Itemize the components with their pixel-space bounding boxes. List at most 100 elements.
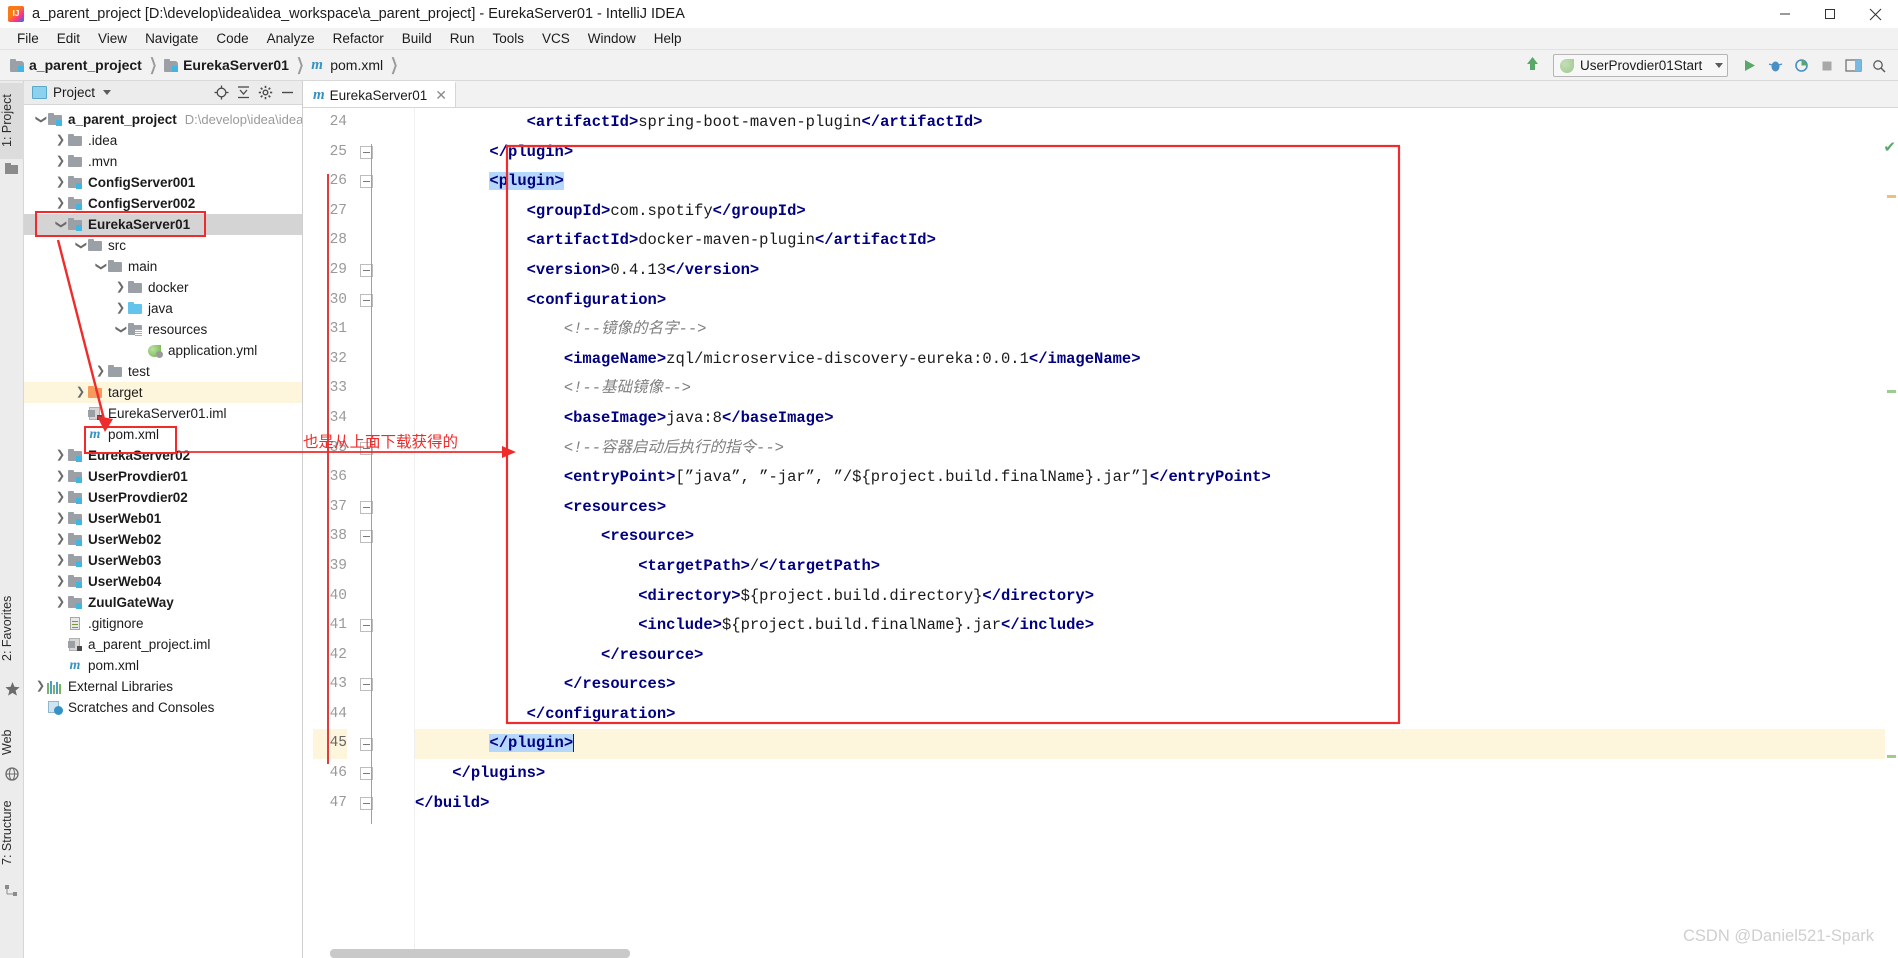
code-line[interactable]: <artifactId>docker-maven-plugin</artifac… <box>415 226 1898 256</box>
search-everywhere-icon[interactable] <box>1866 53 1892 79</box>
menu-item-refactor[interactable]: Refactor <box>324 29 393 48</box>
editor-horizontal-scrollbar[interactable] <box>330 949 630 958</box>
chevron-right-icon[interactable]: ❯ <box>54 151 67 172</box>
chevron-down-icon[interactable]: ❯ <box>94 256 107 277</box>
tree-item-userweb03[interactable]: ❯ UserWeb03 <box>24 550 302 571</box>
chevron-right-icon[interactable]: ❯ <box>54 592 67 613</box>
stop-button[interactable] <box>1814 53 1840 79</box>
project-panel-actions[interactable] <box>210 83 302 103</box>
chevron-right-icon[interactable]: ❯ <box>74 382 87 403</box>
tree-item-a-parent-project[interactable]: ❯ a_parent_project D:\develop\idea\idea <box>24 109 302 130</box>
tree-item-eurekaserver01[interactable]: ❯ EurekaServer01 <box>24 214 302 235</box>
tree-item-eurekaserver02[interactable]: ❯ EurekaServer02 <box>24 445 302 466</box>
close-icon[interactable]: ✕ <box>435 87 447 104</box>
code-line[interactable]: </resources> <box>415 670 1898 700</box>
breadcrumb-item-2[interactable]: m pom.xml <box>311 57 383 74</box>
marker-info[interactable] <box>1887 390 1896 393</box>
inspection-ok-icon[interactable]: ✔ <box>1883 138 1896 156</box>
close-icon[interactable] <box>1852 0 1898 28</box>
sidebar-item-structure[interactable]: 7: Structure <box>0 787 24 879</box>
menu-item-vcs[interactable]: VCS <box>533 29 579 48</box>
tree-item-eurekaserver01-iml[interactable]: EurekaServer01.iml <box>24 403 302 424</box>
code-line[interactable]: <resource> <box>415 522 1898 552</box>
chevron-down-icon[interactable]: ❯ <box>34 109 47 130</box>
code-line[interactable]: <entryPoint>[”java”, ”-jar”, ”/${project… <box>415 463 1898 493</box>
code-line[interactable]: </resource> <box>415 641 1898 671</box>
code-line[interactable]: </plugins> <box>415 759 1898 789</box>
tree-item-userprovdier01[interactable]: ❯ UserProvdier01 <box>24 466 302 487</box>
tree-item-userweb01[interactable]: ❯ UserWeb01 <box>24 508 302 529</box>
tree-item-configserver001[interactable]: ❯ ConfigServer001 <box>24 172 302 193</box>
code-line[interactable]: <resources> <box>415 493 1898 523</box>
chevron-right-icon[interactable]: ❯ <box>54 172 67 193</box>
menu-item-build[interactable]: Build <box>393 29 441 48</box>
marker-info[interactable] <box>1887 755 1896 758</box>
menu-item-help[interactable]: Help <box>645 29 691 48</box>
chevron-right-icon[interactable]: ❯ <box>54 571 67 592</box>
chevron-right-icon[interactable]: ❯ <box>54 508 67 529</box>
run-with-coverage-button[interactable] <box>1788 53 1814 79</box>
tree-item-java[interactable]: ❯ java <box>24 298 302 319</box>
project-tree[interactable]: ❯ a_parent_project D:\develop\idea\idea ❯ .i… <box>24 106 302 958</box>
tree-item-a-parent-project-iml[interactable]: a_parent_project.iml <box>24 634 302 655</box>
tree-item-pom-xml[interactable]: m pom.xml <box>24 424 302 445</box>
menu-item-edit[interactable]: Edit <box>48 29 89 48</box>
maximize-icon[interactable] <box>1807 0 1852 28</box>
chevron-right-icon[interactable]: ❯ <box>54 130 67 151</box>
gear-icon[interactable] <box>254 83 276 103</box>
tree-item-resources[interactable]: ❯ resources <box>24 319 302 340</box>
chevron-right-icon[interactable]: ❯ <box>114 277 127 298</box>
run-toolbar[interactable]: UserProvdier01Start <box>1524 50 1892 81</box>
chevron-right-icon[interactable]: ❯ <box>34 676 47 697</box>
code-line[interactable]: <version>0.4.13</version> <box>415 256 1898 286</box>
tree-item-zuulgateway[interactable]: ❯ ZuulGateWay <box>24 592 302 613</box>
chevron-right-icon[interactable]: ❯ <box>54 466 67 487</box>
chevron-down-icon[interactable]: ❯ <box>74 235 87 256</box>
tree-item-main[interactable]: ❯ main <box>24 256 302 277</box>
menu-bar[interactable]: File Edit View Navigate Code Analyze Refactor B… <box>0 28 1898 50</box>
code-line[interactable]: <imageName>zql/microservice-discovery-eu… <box>415 345 1898 375</box>
layout-button[interactable] <box>1840 53 1866 79</box>
code-line[interactable]: <configuration> <box>415 286 1898 316</box>
chevron-right-icon[interactable]: ❯ <box>114 298 127 319</box>
chevron-down-icon[interactable]: ❯ <box>114 319 127 340</box>
chevron-right-icon[interactable]: ❯ <box>54 445 67 466</box>
project-tool-window[interactable]: Project ❯ a_parent_project D:\develop\idea… <box>24 81 303 958</box>
tree-item-configserver002[interactable]: ❯ ConfigServer002 <box>24 193 302 214</box>
menu-item-run[interactable]: Run <box>441 29 484 48</box>
code-line[interactable]: <!--镜像的名字--> <box>415 315 1898 345</box>
code-editor[interactable]: 24 25 26 27 28 29 30 31 32 33 34 35 36 37 38 39 40 41 42 43… <box>303 108 1898 958</box>
tree-item-application-yml[interactable]: application.yml <box>24 340 302 361</box>
tree-item-userprovdier02[interactable]: ❯ UserProvdier02 <box>24 487 302 508</box>
tree-item--mvn[interactable]: ❯ .mvn <box>24 151 302 172</box>
collapse-all-icon[interactable] <box>232 83 254 103</box>
menu-item-analyze[interactable]: Analyze <box>258 29 324 48</box>
chevron-right-icon[interactable]: ❯ <box>54 193 67 214</box>
tree-item-scratches-and-consoles[interactable]: Scratches and Consoles <box>24 697 302 718</box>
hide-panel-icon[interactable] <box>276 83 298 103</box>
menu-item-file[interactable]: File <box>8 29 48 48</box>
breadcrumb[interactable]: a_parent_project ❯ EurekaServer01 ❯ m pom.xml… <box>0 55 405 75</box>
editor-marker-bar[interactable]: ✔ <box>1883 135 1898 958</box>
chevron-down-icon[interactable] <box>103 90 112 95</box>
sidebar-item-project[interactable]: 1: Project <box>0 83 24 159</box>
tree-item-test[interactable]: ❯ test <box>24 361 302 382</box>
chevron-right-icon[interactable]: ❯ <box>94 361 107 382</box>
code-line[interactable]: </plugin> <box>415 729 1898 760</box>
update-project-icon[interactable] <box>1524 55 1541 77</box>
menu-item-navigate[interactable]: Navigate <box>136 29 207 48</box>
tree-item--idea[interactable]: ❯ .idea <box>24 130 302 151</box>
code-line[interactable]: <groupId>com.spotify</groupId> <box>415 197 1898 227</box>
code-line[interactable]: </plugin> <box>415 138 1898 168</box>
locate-icon[interactable] <box>210 83 232 103</box>
sidebar-item-favorites[interactable]: 2: Favorites <box>0 579 24 677</box>
breadcrumb-item-1[interactable]: EurekaServer01 <box>164 57 289 73</box>
breadcrumb-item-0[interactable]: a_parent_project <box>10 57 142 73</box>
editor-tabbar[interactable]: m EurekaServer01 ✕ <box>303 81 1898 108</box>
code-folding-gutter[interactable] <box>353 108 379 958</box>
code-line[interactable]: <directory>${project.build.directory}</d… <box>415 582 1898 612</box>
chevron-right-icon[interactable]: ❯ <box>54 529 67 550</box>
code-line[interactable]: <targetPath>/</targetPath> <box>415 552 1898 582</box>
marker-warning[interactable] <box>1887 195 1896 198</box>
menu-item-tools[interactable]: Tools <box>484 29 534 48</box>
